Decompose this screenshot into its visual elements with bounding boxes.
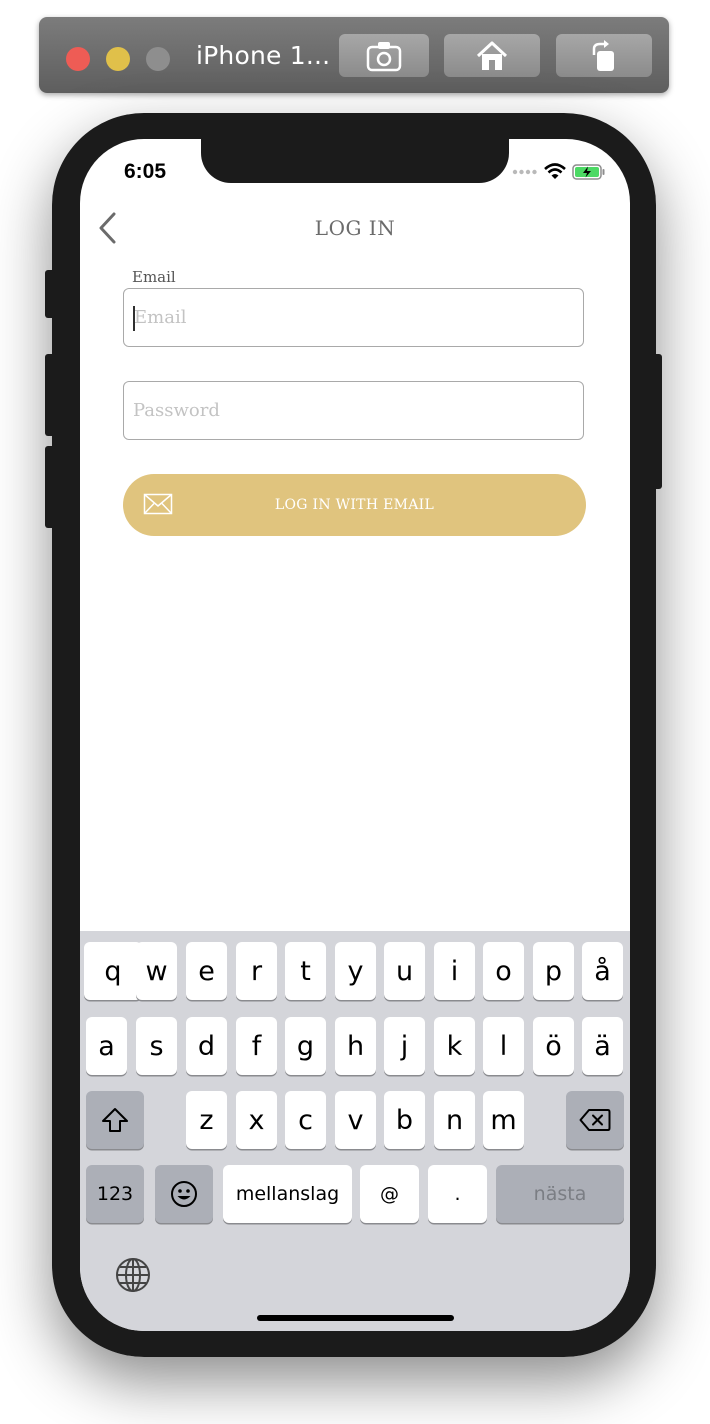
key-a-ring[interactable]: å <box>582 942 623 1000</box>
simulator-title: iPhone 1... <box>196 41 331 70</box>
key-b[interactable]: b <box>384 1091 425 1149</box>
zoom-window-button[interactable] <box>146 47 170 71</box>
email-label: Email <box>132 268 176 286</box>
key-u[interactable]: u <box>384 942 425 1000</box>
wifi-icon <box>544 163 566 179</box>
notch <box>201 139 509 183</box>
home-indicator <box>257 1315 454 1321</box>
email-placeholder: Email <box>134 307 187 328</box>
login-with-email-button[interactable]: LOG IN WITH EMAIL <box>123 474 586 536</box>
key-q[interactable]: q <box>84 942 142 1000</box>
space-key[interactable]: mellanslag <box>223 1165 352 1223</box>
key-n[interactable]: n <box>434 1091 475 1149</box>
backspace-icon <box>579 1109 611 1131</box>
key-t[interactable]: t <box>285 942 326 1000</box>
rotate-icon <box>592 39 614 71</box>
key-a-umlaut[interactable]: ä <box>582 1017 623 1075</box>
screenshot-button[interactable] <box>339 34 429 77</box>
login-button-label: LOG IN WITH EMAIL <box>274 497 435 513</box>
screenshot-icon <box>366 41 402 71</box>
key-m[interactable]: m <box>483 1091 524 1149</box>
status-icons <box>512 163 606 180</box>
key-r[interactable]: r <box>236 942 277 1000</box>
password-placeholder: Password <box>133 400 220 421</box>
numbers-key[interactable]: 123 <box>86 1165 144 1223</box>
email-field[interactable]: Email <box>123 288 584 347</box>
key-v[interactable]: v <box>335 1091 376 1149</box>
key-j[interactable]: j <box>384 1017 425 1075</box>
text-caret <box>133 306 135 331</box>
key-e[interactable]: e <box>186 942 227 1000</box>
keyboard: q w e r t y u i o p å a s d f g h j k l … <box>80 931 630 1331</box>
dot-key[interactable]: . <box>428 1165 487 1223</box>
key-w[interactable]: w <box>136 942 177 1000</box>
status-time: 6:05 <box>124 160 167 183</box>
key-k[interactable]: k <box>434 1017 475 1075</box>
home-icon <box>476 41 508 70</box>
phone-screen: 6:05 LOG IN Email Email Password LOG IN … <box>80 139 630 1331</box>
key-h[interactable]: h <box>335 1017 376 1075</box>
minimize-window-button[interactable] <box>106 47 130 71</box>
mute-switch <box>45 270 55 318</box>
rotate-button[interactable] <box>556 34 652 77</box>
volume-down-button <box>45 446 55 528</box>
home-button[interactable] <box>444 34 540 77</box>
page-title: LOG IN <box>314 216 396 240</box>
key-c[interactable]: c <box>285 1091 326 1149</box>
key-i[interactable]: i <box>434 942 475 1000</box>
close-window-button[interactable] <box>66 47 90 71</box>
globe-key[interactable] <box>115 1257 151 1293</box>
key-s[interactable]: s <box>136 1017 177 1075</box>
key-f[interactable]: f <box>236 1017 277 1075</box>
password-field[interactable]: Password <box>123 381 584 440</box>
key-o[interactable]: o <box>483 942 524 1000</box>
battery-charging-icon <box>572 163 605 180</box>
key-y[interactable]: y <box>335 942 376 1000</box>
key-d[interactable]: d <box>186 1017 227 1075</box>
key-z[interactable]: z <box>186 1091 227 1149</box>
envelope-icon <box>143 493 173 515</box>
key-x[interactable]: x <box>236 1091 277 1149</box>
key-p[interactable]: p <box>533 942 574 1000</box>
simulator-title-bar: iPhone 1... <box>39 17 669 93</box>
delete-key[interactable] <box>566 1091 624 1149</box>
volume-up-button <box>45 354 55 436</box>
next-key[interactable]: nästa <box>496 1165 624 1223</box>
shift-icon <box>102 1108 128 1132</box>
key-o-umlaut[interactable]: ö <box>533 1017 574 1075</box>
key-l[interactable]: l <box>483 1017 524 1075</box>
key-g[interactable]: g <box>285 1017 326 1075</box>
emoji-icon <box>171 1181 197 1207</box>
signal-dots-icon <box>512 169 537 174</box>
power-button <box>653 354 662 489</box>
emoji-key[interactable] <box>155 1165 213 1223</box>
globe-icon <box>116 1258 150 1292</box>
key-a[interactable]: a <box>86 1017 127 1075</box>
at-key[interactable]: @ <box>360 1165 419 1223</box>
shift-key[interactable] <box>86 1091 144 1149</box>
